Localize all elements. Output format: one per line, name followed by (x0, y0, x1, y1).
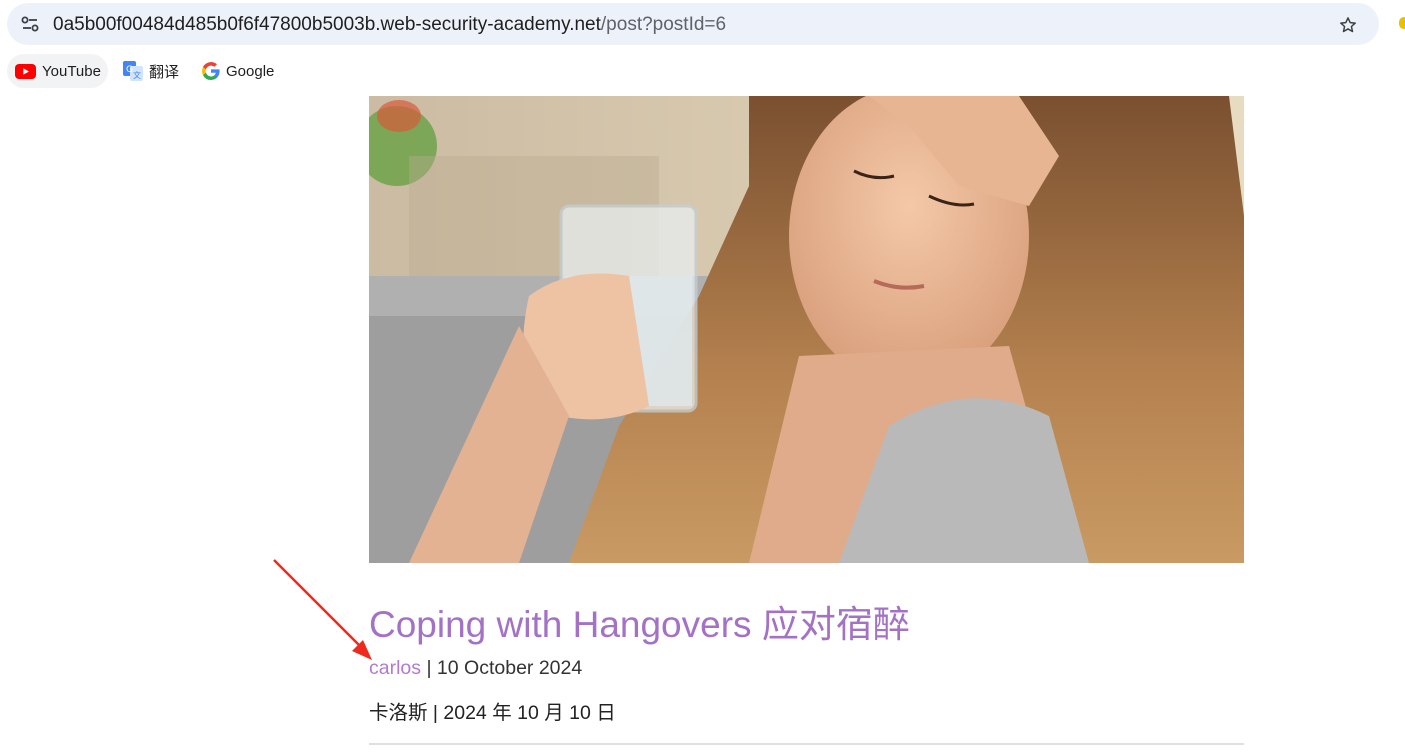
divider (369, 743, 1244, 745)
bookmark-translate[interactable]: G 文 翻译 (123, 54, 193, 88)
bookmark-label: Google (226, 62, 275, 80)
post-meta: carlos | 10 October 2024 (369, 657, 582, 680)
url-text[interactable]: 0a5b00f00484d485b0f6f47800b5003b.web-sec… (53, 14, 726, 36)
url-domain: 0a5b00f00484d485b0f6f47800b5003b.web-sec… (53, 14, 601, 35)
post-title: Coping with Hangovers 应对宿醉 (369, 604, 910, 645)
site-info-icon[interactable] (21, 16, 39, 32)
google-icon (202, 62, 220, 80)
svg-text:G: G (126, 65, 133, 75)
bookmark-star-icon[interactable] (1338, 15, 1358, 35)
profile-indicator-icon[interactable] (1399, 17, 1405, 29)
bookmark-label: YouTube (42, 62, 101, 80)
address-bar[interactable]: 0a5b00f00484d485b0f6f47800b5003b.web-sec… (7, 3, 1379, 45)
svg-text:文: 文 (133, 70, 141, 80)
post-meta-translated: 卡洛斯 | 2024 年 10 月 10 日 (369, 702, 616, 724)
translate-icon: G 文 (123, 61, 143, 81)
annotation-arrow-icon (273, 559, 372, 660)
bookmark-label: 翻译 (149, 63, 180, 81)
bookmark-google[interactable]: Google (202, 54, 292, 88)
post-hero-image (369, 96, 1244, 563)
post-date: | 10 October 2024 (421, 657, 583, 679)
youtube-icon (15, 63, 36, 79)
url-path: /post?postId=6 (600, 14, 727, 35)
bookmark-youtube[interactable]: YouTube (7, 54, 108, 88)
